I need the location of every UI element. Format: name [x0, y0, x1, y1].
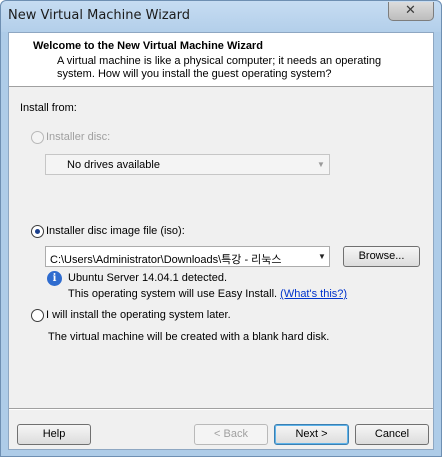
browse-button[interactable]: Browse... — [343, 246, 420, 267]
back-button[interactable]: < Back — [194, 424, 268, 445]
cancel-button[interactable]: Cancel — [355, 424, 429, 445]
close-icon: ✕ — [405, 3, 416, 18]
iso-path-combo[interactable]: C:\Users\Administrator\Downloads\특강 - 리눅… — [45, 246, 330, 267]
iso-path-value: C:\Users\Administrator\Downloads\특강 - 리눅… — [50, 254, 282, 266]
help-button[interactable]: Help — [17, 424, 91, 445]
window-title: New Virtual Machine Wizard — [8, 8, 190, 23]
footer-divider — [9, 408, 433, 410]
radio-selected-dot — [35, 229, 40, 234]
installer-disc-radio[interactable] — [31, 131, 44, 144]
info-icon: i — [47, 271, 62, 286]
whats-this-link[interactable]: (What's this?) — [280, 288, 347, 300]
detected-text: Ubuntu Server 14.04.1 detected. — [68, 272, 227, 284]
install-from-label: Install from: — [20, 102, 77, 114]
next-button[interactable]: Next > — [274, 424, 349, 445]
install-later-radio[interactable] — [31, 309, 44, 322]
wizard-header: Welcome to the New Virtual Machine Wizar… — [9, 33, 433, 87]
title-bar[interactable]: New Virtual Machine Wizard ✕ — [1, 1, 441, 32]
close-button[interactable]: ✕ — [388, 2, 434, 21]
chevron-down-icon: ▼ — [318, 252, 326, 261]
dialog-body: Welcome to the New Virtual Machine Wizar… — [8, 32, 434, 450]
easy-install-text: This operating system will use Easy Inst… — [68, 288, 347, 300]
header-description: A virtual machine is like a physical com… — [57, 55, 382, 80]
wizard-window: New Virtual Machine Wizard ✕ Welcome to … — [0, 0, 442, 457]
install-later-label: I will install the operating system late… — [46, 309, 231, 321]
iso-label: Installer disc image file (iso): — [46, 225, 185, 237]
easy-install-label: This operating system will use Easy Inst… — [68, 288, 278, 300]
drives-select[interactable]: No drives available ▼ — [45, 154, 330, 175]
header-title: Welcome to the New Virtual Machine Wizar… — [33, 40, 263, 52]
installer-disc-label: Installer disc: — [46, 131, 111, 143]
install-later-description: The virtual machine will be created with… — [48, 331, 330, 343]
chevron-down-icon: ▼ — [317, 160, 325, 169]
drives-select-value: No drives available — [67, 159, 160, 171]
iso-radio[interactable] — [31, 225, 44, 238]
